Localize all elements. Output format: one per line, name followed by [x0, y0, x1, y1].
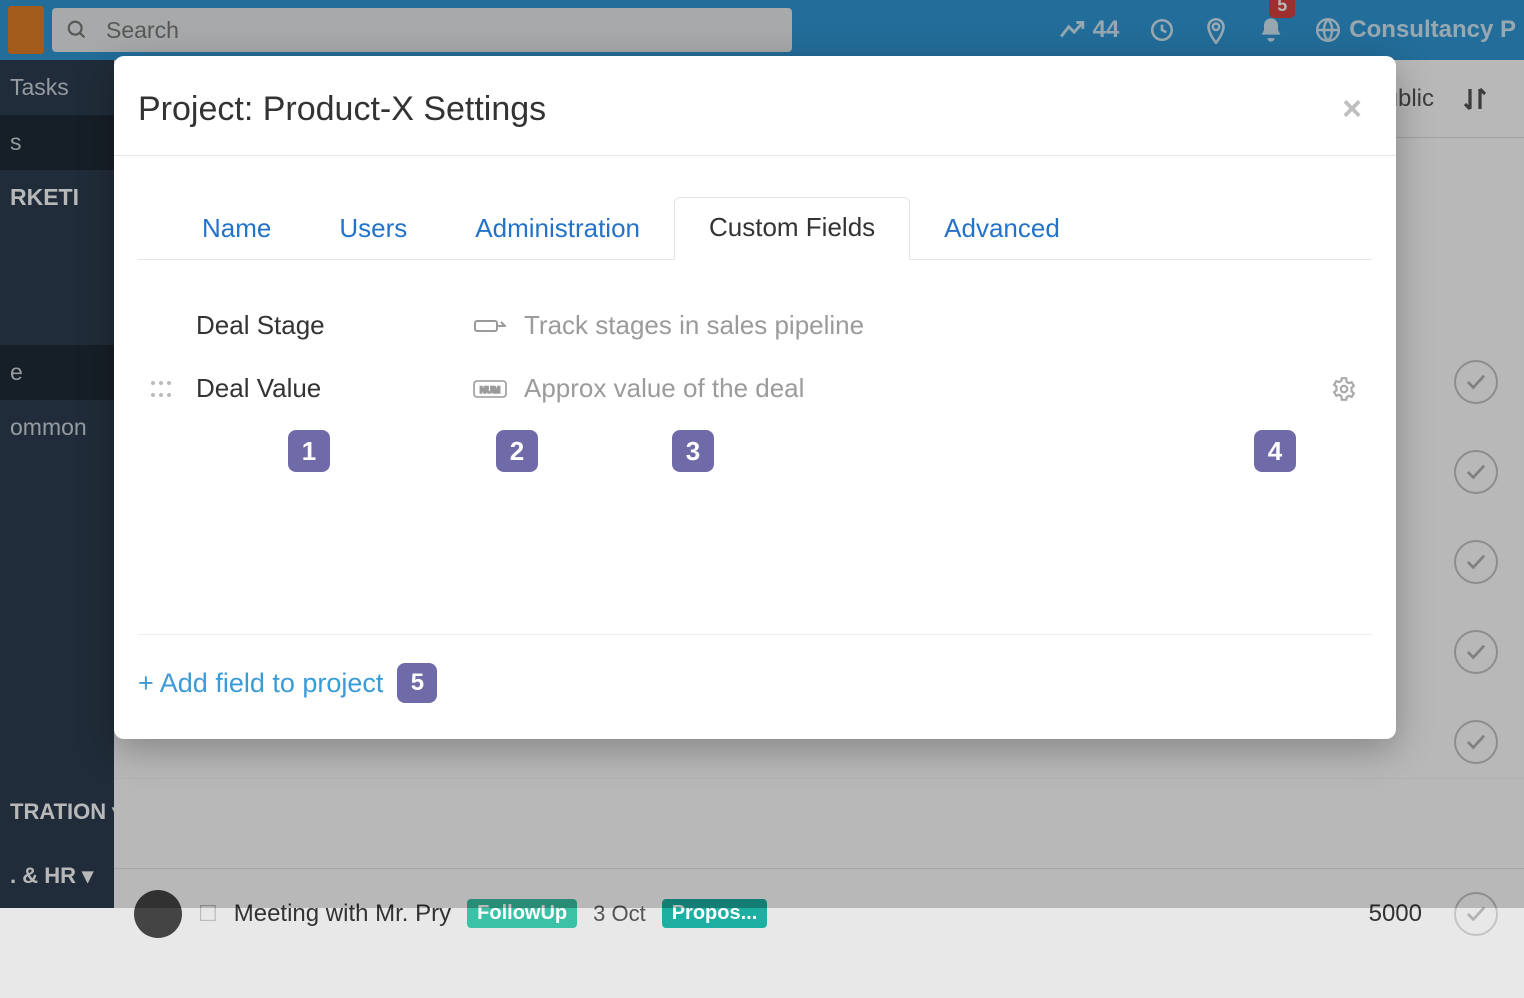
field-settings-button[interactable] — [1316, 376, 1372, 402]
field-name: Deal Stage — [196, 310, 456, 341]
close-icon[interactable]: × — [1342, 98, 1362, 122]
drag-handle-icon[interactable] — [138, 380, 184, 398]
tab-administration[interactable]: Administration — [441, 199, 674, 260]
settings-tabs: Name Users Administration Custom Fields … — [138, 196, 1372, 260]
task-row[interactable] — [114, 958, 1524, 998]
callout-2: 2 — [496, 430, 538, 472]
callout-3: 3 — [672, 430, 714, 472]
tab-custom-fields[interactable]: Custom Fields — [674, 197, 910, 260]
callout-1: 1 — [288, 430, 330, 472]
annotation-callouts: 1 2 3 4 — [162, 430, 1372, 494]
custom-fields-list: Deal Stage Track stages in sales pipelin… — [114, 260, 1396, 504]
custom-field-row[interactable]: Deal Stage Track stages in sales pipelin… — [138, 304, 1372, 367]
tab-advanced[interactable]: Advanced — [910, 199, 1094, 260]
tab-users[interactable]: Users — [305, 199, 441, 260]
modal-title: Project: Product-X Settings — [138, 90, 546, 129]
status-type-icon — [468, 316, 512, 336]
tab-name[interactable]: Name — [168, 199, 305, 260]
svg-text:NUM: NUM — [480, 385, 501, 395]
num-type-icon: NUM — [468, 379, 512, 399]
callout-4: 4 — [1254, 430, 1296, 472]
modal-footer: + Add field to project 5 — [138, 634, 1372, 733]
custom-field-row[interactable]: Deal Value NUM Approx value of the deal — [138, 367, 1372, 430]
add-field-link[interactable]: + Add field to project — [138, 668, 383, 699]
field-description: Approx value of the deal — [524, 373, 1304, 404]
callout-5: 5 — [397, 663, 437, 703]
modal-header: Project: Product-X Settings × — [114, 56, 1396, 156]
field-description: Track stages in sales pipeline — [524, 310, 1304, 341]
project-settings-modal: Project: Product-X Settings × Name Users… — [114, 56, 1396, 739]
field-name: Deal Value — [196, 373, 456, 404]
